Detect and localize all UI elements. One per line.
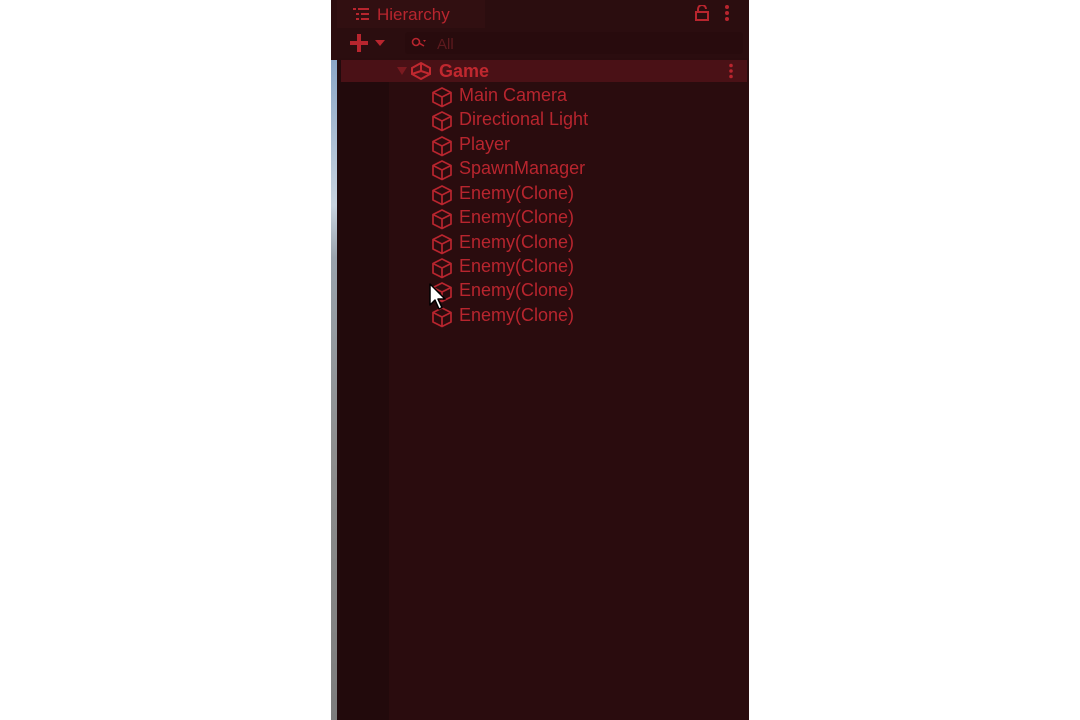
scene-options-icon[interactable] xyxy=(727,63,735,79)
item-label: Enemy(Clone) xyxy=(459,232,575,252)
tab-hierarchy[interactable]: Hierarchy xyxy=(337,0,485,28)
hierarchy-list-icon xyxy=(353,8,369,20)
expand-arrow-icon[interactable] xyxy=(396,66,408,76)
item-label: Enemy(Clone) xyxy=(459,280,575,300)
item-label: Main Camera xyxy=(459,85,568,105)
item-label: Enemy(Clone) xyxy=(459,183,575,203)
tab-label: Hierarchy xyxy=(377,5,450,24)
list-item[interactable]: Enemy(Clone) xyxy=(431,304,731,328)
more-options-icon[interactable] xyxy=(723,4,731,22)
list-item[interactable]: Player xyxy=(431,133,731,157)
item-label: Enemy(Clone) xyxy=(459,256,575,276)
search-icon xyxy=(411,37,426,47)
hierarchy-panel: Hierarchy All Game Main Camera Direction… xyxy=(337,0,749,720)
plus-dropdown-icon[interactable] xyxy=(349,32,389,54)
gameobject-cube-icon xyxy=(432,87,452,108)
list-item[interactable]: Enemy(Clone) xyxy=(431,255,731,279)
search-input[interactable] xyxy=(435,33,729,55)
list-item[interactable]: Enemy(Clone) xyxy=(431,182,731,206)
gameobject-cube-icon xyxy=(432,258,452,279)
gameobject-cube-icon xyxy=(432,136,452,157)
gameobject-cube-icon xyxy=(432,234,452,255)
list-item[interactable]: Main Camera xyxy=(431,84,731,108)
gameobject-cube-icon xyxy=(432,111,452,132)
gameobject-cube-icon xyxy=(432,160,452,181)
list-item[interactable]: Enemy(Clone) xyxy=(431,231,731,255)
list-item[interactable]: Directional Light xyxy=(431,108,731,132)
list-item[interactable]: Enemy(Clone) xyxy=(431,206,731,230)
gameobject-cube-icon xyxy=(432,185,452,206)
item-label: Directional Light xyxy=(459,109,589,129)
gameobject-cube-icon xyxy=(432,209,452,230)
mouse-cursor-icon xyxy=(429,283,446,310)
hierarchy-toolbar xyxy=(337,28,749,58)
unity-scene-icon xyxy=(411,62,431,80)
item-label: Enemy(Clone) xyxy=(459,305,575,325)
item-label: SpawnManager xyxy=(459,158,586,178)
scene-row-game[interactable]: Game xyxy=(341,60,747,82)
list-item[interactable]: Enemy(Clone) xyxy=(431,279,731,303)
lock-icon[interactable] xyxy=(695,5,709,21)
search-field[interactable] xyxy=(405,32,743,55)
list-item[interactable]: SpawnManager xyxy=(431,157,731,181)
tab-bar: Hierarchy xyxy=(337,0,749,28)
scene-name: Game xyxy=(439,61,490,81)
indent-column xyxy=(337,60,389,720)
item-label: Player xyxy=(459,134,511,154)
item-label: Enemy(Clone) xyxy=(459,207,575,227)
